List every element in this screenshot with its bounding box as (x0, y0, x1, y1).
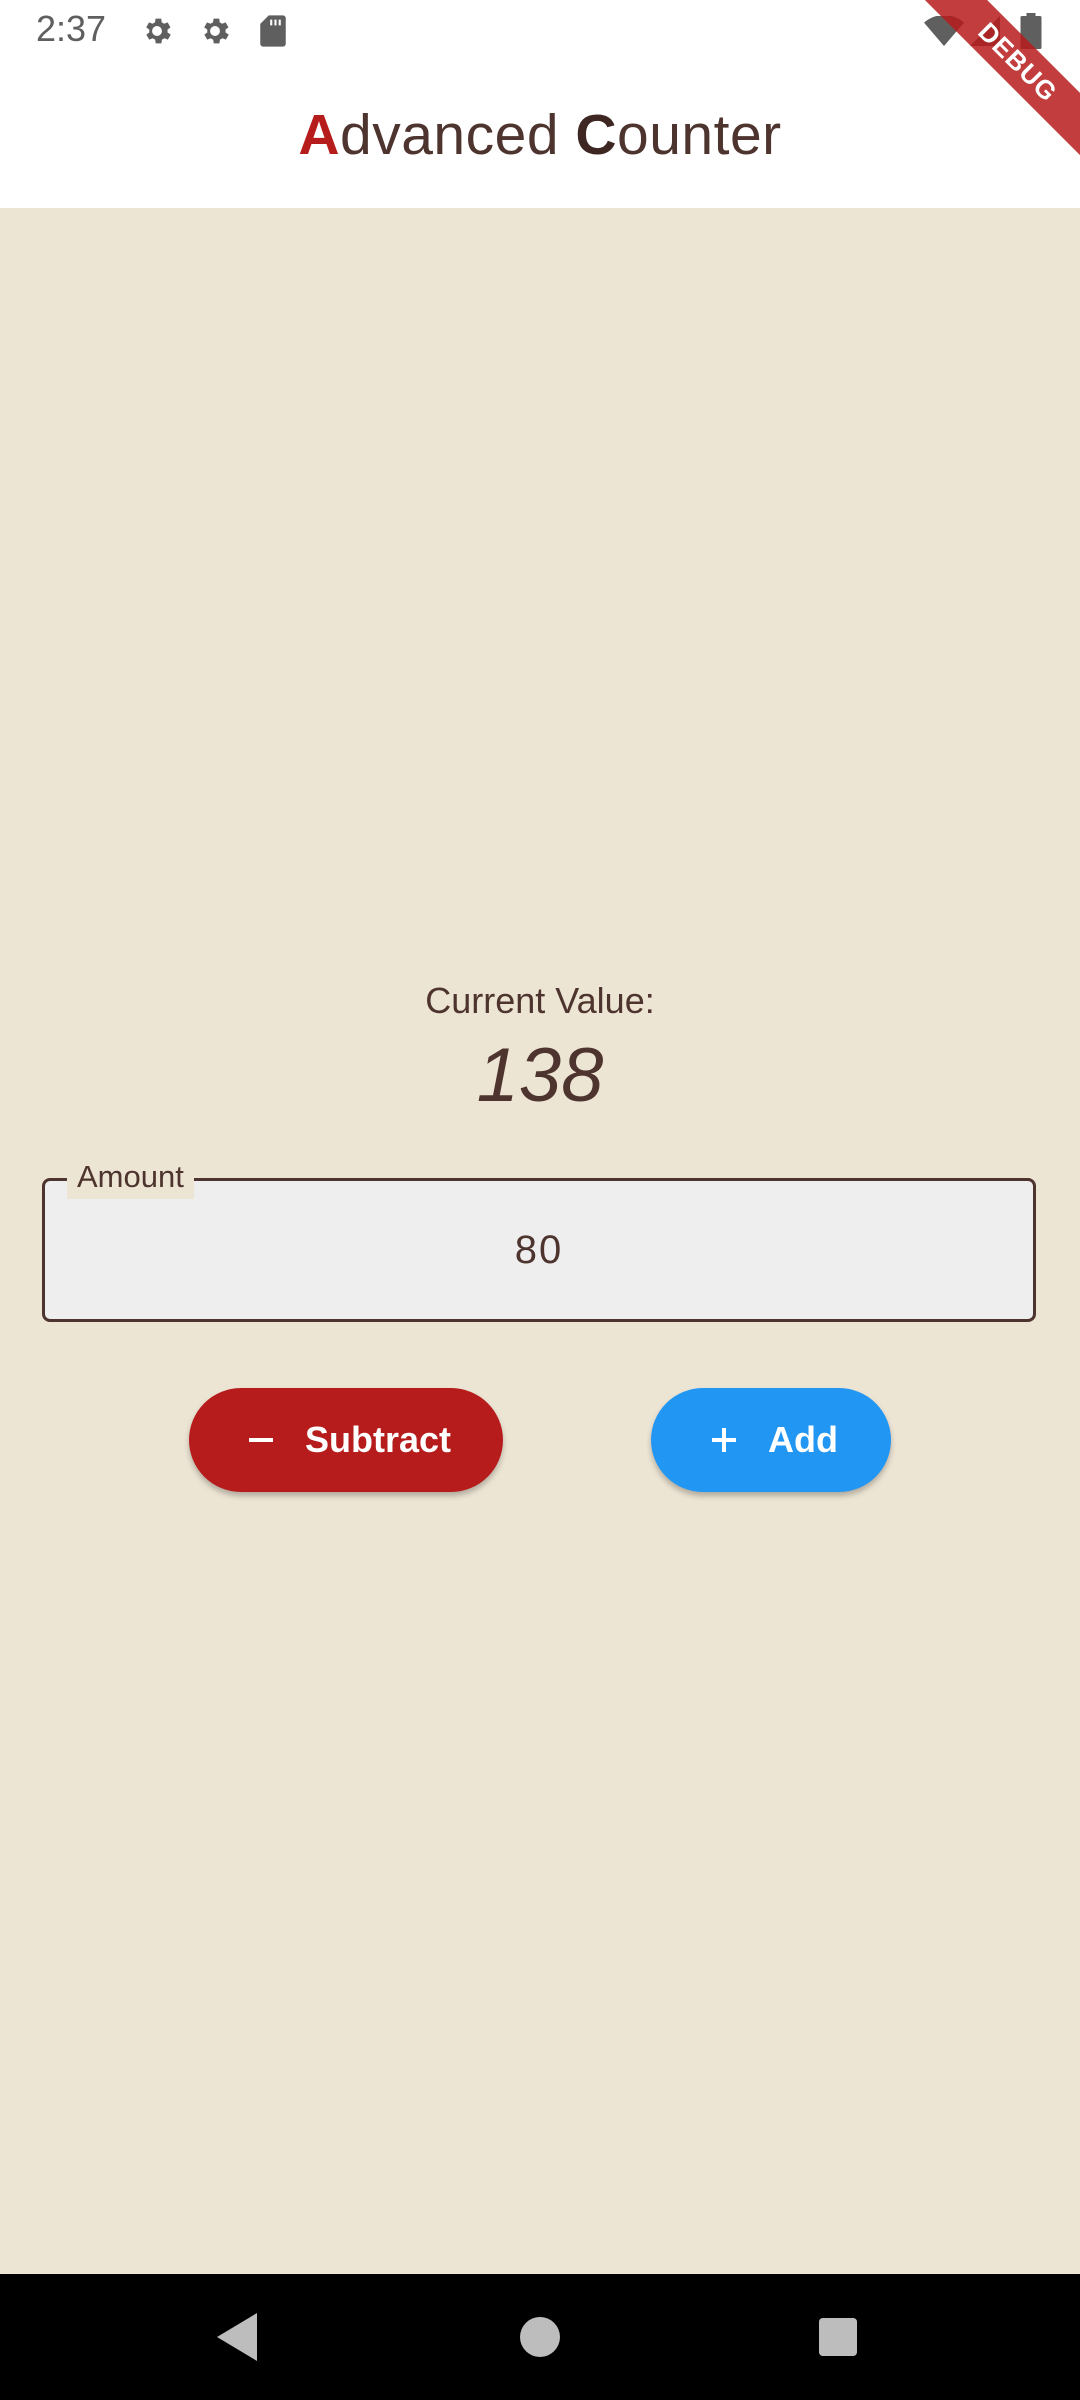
sd-card-icon (254, 12, 292, 50)
signal-icon (970, 12, 1000, 50)
wifi-icon (924, 12, 964, 50)
title-part-2: ounter (617, 103, 782, 167)
add-button-label: Add (768, 1419, 838, 1460)
plus-icon (704, 1420, 744, 1460)
amount-input[interactable] (45, 1181, 1033, 1319)
navigation-bar (0, 2274, 1080, 2400)
gear-icon (196, 12, 234, 50)
current-value-label: Current Value: (425, 980, 655, 1021)
title-initial-c: C (575, 103, 618, 167)
battery-icon (1020, 12, 1042, 50)
minus-icon (241, 1420, 281, 1460)
back-icon[interactable] (206, 2304, 272, 2370)
current-value: 138 (476, 1033, 604, 1118)
app-bar: Advanced Counter (0, 62, 1080, 208)
add-button[interactable]: Add (651, 1388, 891, 1492)
title-part-1: dvanced (340, 103, 576, 167)
subtract-button-label: Subtract (304, 1419, 452, 1460)
gear-icon (138, 12, 176, 50)
title-initial-a: A (298, 103, 341, 167)
app-screen: 2:37 Advanced Counter DEBUG Current Valu… (0, 0, 1080, 2400)
status-bar: 2:37 (0, 0, 1080, 62)
recents-icon[interactable] (805, 2304, 871, 2370)
app-title: Advanced Counter (298, 102, 781, 168)
amount-field[interactable]: Amount (42, 1155, 1036, 1322)
status-time: 2:37 (36, 8, 107, 49)
home-icon[interactable] (507, 2304, 573, 2370)
subtract-button[interactable]: Subtract (189, 1388, 503, 1492)
